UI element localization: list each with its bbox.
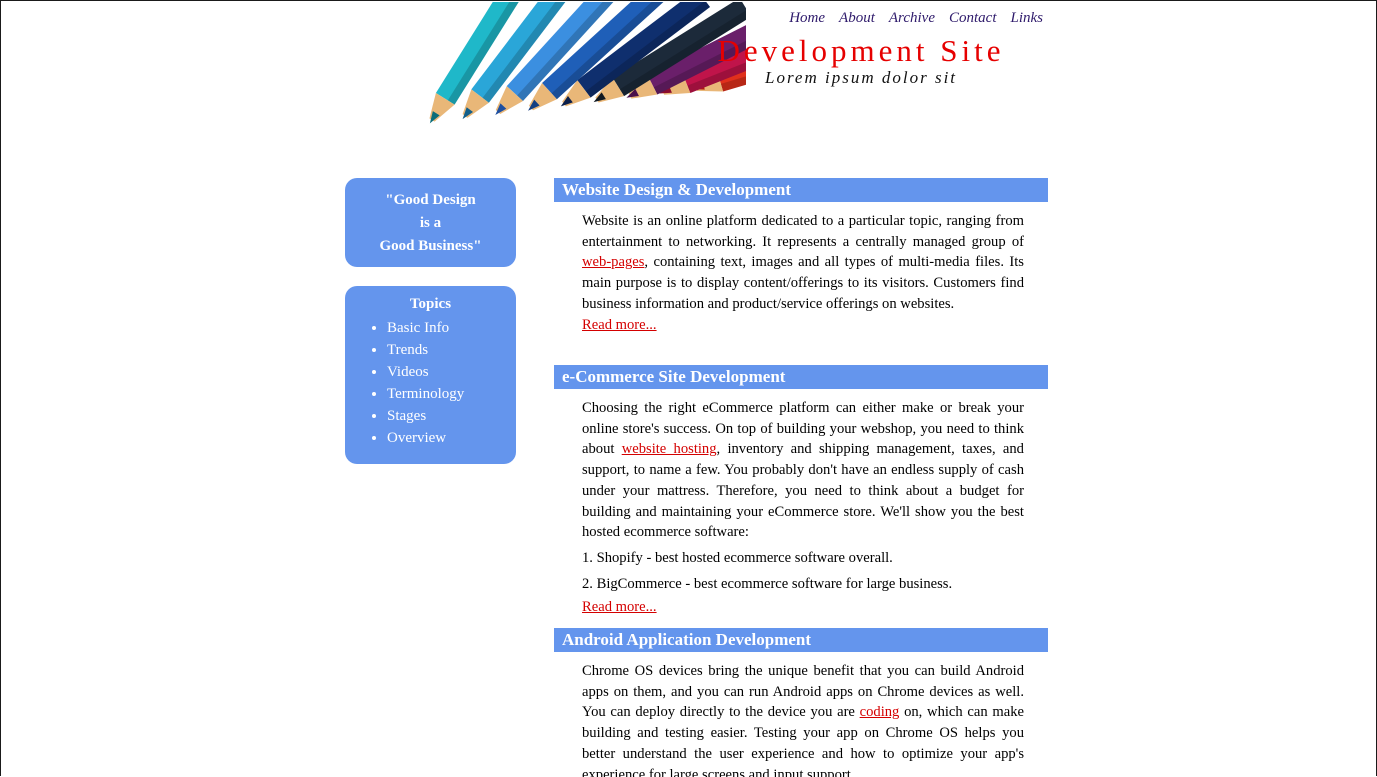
paragraph-text: Website is an online platform dedicated … bbox=[582, 213, 1024, 250]
section-heading-android: Android Application Development bbox=[554, 628, 1048, 652]
section-body-ecommerce: Choosing the right eCommerce platform ca… bbox=[582, 398, 1024, 618]
topic-stages-link[interactable]: Stages bbox=[387, 408, 426, 424]
paragraph-text: , containing text, images and all types … bbox=[582, 254, 1024, 312]
nav-about-link[interactable]: About bbox=[839, 10, 875, 27]
quote-line: "Good Design bbox=[385, 192, 476, 208]
section-paragraph: Choosing the right eCommerce platform ca… bbox=[582, 398, 1024, 543]
nav-contact-link[interactable]: Contact bbox=[949, 10, 997, 27]
read-more-link[interactable]: Read more... bbox=[582, 315, 657, 336]
quote-line: Good Business" bbox=[379, 238, 482, 254]
section-paragraph: Chrome OS devices bring the unique benef… bbox=[582, 661, 1024, 777]
topic-overview-link[interactable]: Overview bbox=[387, 430, 446, 446]
list-item: Stages bbox=[387, 405, 516, 427]
site-tagline: Lorem ipsum dolor sit bbox=[764, 68, 958, 87]
topic-terminology-link[interactable]: Terminology bbox=[387, 386, 464, 402]
topic-basic-info-link[interactable]: Basic Info bbox=[387, 320, 449, 336]
site-title: Development Site bbox=[717, 33, 1005, 68]
nav-links-link[interactable]: Links bbox=[1010, 10, 1043, 27]
section-paragraph: Website is an online platform dedicated … bbox=[582, 211, 1024, 315]
list-item: 1. Shopify - best hosted ecommerce softw… bbox=[582, 549, 893, 566]
list-item: Overview bbox=[387, 427, 516, 449]
section-body-website-design: Website is an online platform dedicated … bbox=[582, 211, 1024, 335]
list-item: 2. BigCommerce - best ecommerce software… bbox=[582, 575, 953, 592]
topics-title: Topics bbox=[409, 296, 452, 312]
quote-line: is a bbox=[419, 215, 442, 231]
section-body-android: Chrome OS devices bring the unique benef… bbox=[582, 661, 1024, 777]
nav-home-link[interactable]: Home bbox=[789, 10, 825, 27]
list-item: Trends bbox=[387, 339, 516, 361]
quote-box: "Good Design is a Good Business" bbox=[345, 178, 516, 267]
website-hosting-link[interactable]: website hosting bbox=[622, 441, 717, 457]
topic-trends-link[interactable]: Trends bbox=[387, 342, 428, 358]
nav-archive-link[interactable]: Archive bbox=[889, 10, 935, 27]
colored-pencils-image bbox=[392, 2, 746, 156]
topics-box: Topics Basic Info Trends Videos Terminol… bbox=[345, 286, 516, 464]
topic-videos-link[interactable]: Videos bbox=[387, 364, 429, 380]
list-item: Videos bbox=[387, 361, 516, 383]
section-heading-ecommerce: e-Commerce Site Development bbox=[554, 365, 1048, 389]
list-item: Basic Info bbox=[387, 317, 516, 339]
list-item: Terminology bbox=[387, 383, 516, 405]
topics-list: Basic Info Trends Videos Terminology Sta… bbox=[345, 317, 516, 449]
top-navigation: Home About Archive Contact Links bbox=[789, 10, 1043, 27]
web-pages-link[interactable]: web-pages bbox=[582, 254, 644, 270]
read-more-link[interactable]: Read more... bbox=[582, 597, 657, 618]
section-heading-website-design: Website Design & Development bbox=[554, 178, 1048, 202]
coding-link[interactable]: coding bbox=[860, 704, 900, 720]
